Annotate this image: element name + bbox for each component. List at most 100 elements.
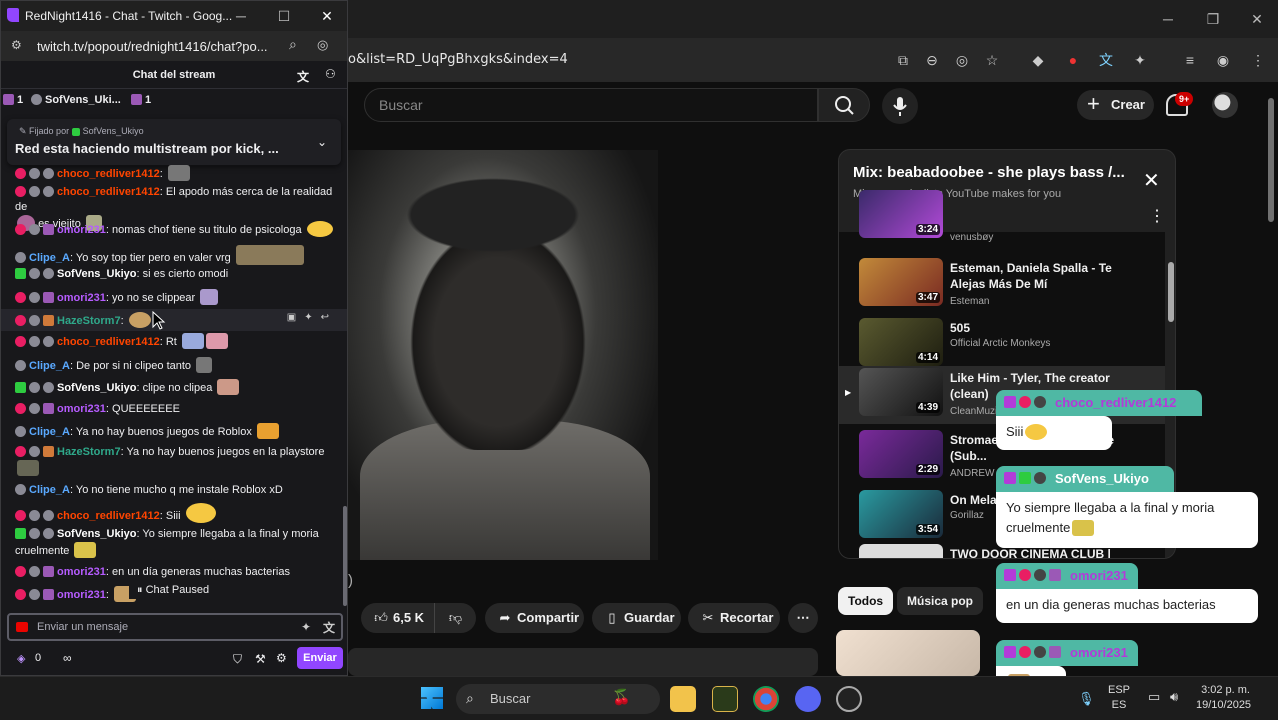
site-info-icon[interactable]: ⚙ [11,38,22,52]
badge-icon [1004,646,1016,658]
recommended-thumbnail[interactable] [836,630,980,676]
description-box[interactable] [348,648,818,676]
zoom-icon[interactable]: ⊖ [922,50,942,70]
mic-tray-icon[interactable]: 🎙︎ [1078,691,1095,707]
thumbnail: 4:14 [859,318,943,366]
translate-icon[interactable]: 文 [297,68,309,85]
chevron-down-icon[interactable]: ⌄ [317,135,327,149]
maximize-button[interactable]: ☐ [272,5,296,27]
chat-message: omori231: QUEEEEEEE [15,402,333,417]
bookmark-icon: ▯ [608,610,616,625]
playlist-scroll-thumb[interactable] [1168,262,1174,322]
more-actions-button[interactable]: ⋯ [788,603,818,633]
avatar-badge-icon [1034,396,1046,408]
pinned-message[interactable]: ✎ Fijado por SofVens_Ukiyo Red esta haci… [7,119,341,165]
message-actions[interactable]: ▣✦↩ [287,310,337,325]
windows-start-icon[interactable] [421,687,443,709]
minimize-button[interactable]: ─ [1156,8,1180,30]
chat-input-placeholder: Enviar un mensaje [37,621,129,633]
profile-icon[interactable]: ◉ [1213,50,1233,70]
account-avatar[interactable] [1212,92,1238,118]
gear-icon[interactable]: ⚙ [276,651,287,665]
chrome-icon[interactable] [753,686,779,712]
translate-icon[interactable]: 文 [323,619,335,636]
heart-badge-icon [1019,396,1031,408]
chip-all[interactable]: Todos [838,587,894,615]
page-scrollbar-thumb[interactable] [1268,98,1274,222]
notification-count-badge: 9+ [1175,92,1194,106]
zoom-icon[interactable]: ⌕ [289,36,297,53]
chat-scrollbar[interactable] [343,506,347,606]
send-button[interactable]: Enviar [297,647,343,669]
search-icon [835,96,854,115]
eye-off-icon[interactable]: ◎ [317,37,328,53]
eye-off-icon[interactable]: ◎ [952,50,972,70]
browser-url[interactable]: o&list=RD_UqPgBhxgks&index=4 [348,52,568,67]
avatar-badge-icon [1034,646,1046,658]
shield-icon[interactable]: ⛉ [233,652,242,667]
clip-button[interactable]: ✂ Recortar [688,603,780,633]
emote-image [1025,424,1048,440]
file-explorer-icon[interactable] [670,686,696,712]
channel-points-icon[interactable]: ◈ [17,652,25,665]
save-button[interactable]: ▯ Guardar [592,603,681,633]
mod-tools-icon[interactable]: ⚒ [255,652,266,666]
popout-url[interactable]: twitch.tv/popout/rednight1416/chat?po... [37,39,277,54]
volume-icon[interactable]: 🔊︎ [1170,689,1178,705]
dislike-button[interactable]: 👎︎ [434,603,476,633]
playlist-item[interactable]: 3:24 venusbøy [839,188,1165,244]
community-icon[interactable]: ⚇ [325,67,336,81]
channel-points-count: 0 [35,652,42,664]
install-app-icon[interactable]: ⧉ [893,50,913,70]
chat-paused-indicator[interactable]: ⏸ Chat Paused [129,581,218,599]
thumbs-up-icon: 👍︎ [374,610,388,625]
overlay-bubble-header: omori231 [996,640,1138,666]
clock[interactable]: 3:02 p. m. 19/10/2025 [1196,683,1251,713]
playlist-item[interactable]: 4:14 505 Official Arctic Monkeys [839,316,1165,372]
emote-picker-icon[interactable]: ✦ [301,620,311,634]
chat-messages[interactable]: choco_redliver1412: choco_redliver1412: … [1,165,347,609]
thumbnail: 2:29 [859,430,943,478]
popout-titlebar: RedNight1416 - Chat - Twitch - Goog... ─… [1,1,347,31]
emote-image [1072,520,1095,536]
browser-menu-icon[interactable]: ⋮ [1248,50,1268,70]
translate-extension-icon[interactable]: 文 [1096,50,1116,70]
obs-icon[interactable] [836,686,862,712]
chat-message: HazeStorm7: Ya no hay buenos juegos en l… [15,445,333,477]
extension-icon[interactable]: ◆ [1028,50,1048,70]
youtube-search-input[interactable]: Buscar [364,88,818,122]
twitch-logo-icon [7,8,19,22]
chat-header: Chat del stream 文 ⚇ [1,61,347,89]
app-icon[interactable] [712,686,738,712]
share-button[interactable]: ➦ Compartir [485,603,584,633]
discord-icon[interactable] [795,686,821,712]
close-button[interactable]: ✕ [315,5,339,27]
playlist-title[interactable]: Mix: beabadoobee - she plays bass /... [853,164,1143,181]
close-button[interactable]: ✕ [1245,8,1269,30]
playlist-item[interactable]: 3:47 Esteman, Daniela Spalla - Te Alejas… [839,256,1165,312]
gift-count: 1 [3,94,23,106]
fruits-widget-icon[interactable]: 🍒 [612,688,631,706]
chat-message: omori231: yo no se clippear [15,289,333,306]
network-icon[interactable]: ▭ [1148,689,1160,705]
chat-message: SofVens_Ukiyo: clipe no clipea [15,379,333,396]
minimize-button[interactable]: ─ [229,5,253,27]
chip-pop-music[interactable]: Música pop [897,587,984,615]
language-indicator[interactable]: ESP ES [1108,683,1130,713]
gift-user: SofVens_Uki... [31,94,121,106]
media-control-icon[interactable]: ≡ [1180,50,1200,70]
maximize-button[interactable]: ❐ [1201,8,1225,30]
chat-message: Clipe_A: Yo soy top tier pero en valer v… [15,245,333,266]
voice-search-button[interactable] [882,88,918,124]
heart-badge-icon [1019,646,1031,658]
chat-message: Clipe_A: Ya no hay buenos juegos de Robl… [15,423,333,440]
record-extension-icon[interactable]: ● [1063,50,1083,70]
chat-message: choco_redliver1412: Rt [15,333,333,350]
thumbnail [859,544,943,558]
bookmark-star-icon[interactable]: ☆ [982,50,1002,70]
chat-input[interactable]: Enviar un mensaje ✦ 文 [7,613,343,641]
pause-icon: ⏸ [137,584,146,596]
create-button[interactable]: Crear [1077,89,1154,120]
youtube-search-button[interactable] [818,88,870,122]
puzzle-icon[interactable]: ✦ [1130,50,1150,70]
